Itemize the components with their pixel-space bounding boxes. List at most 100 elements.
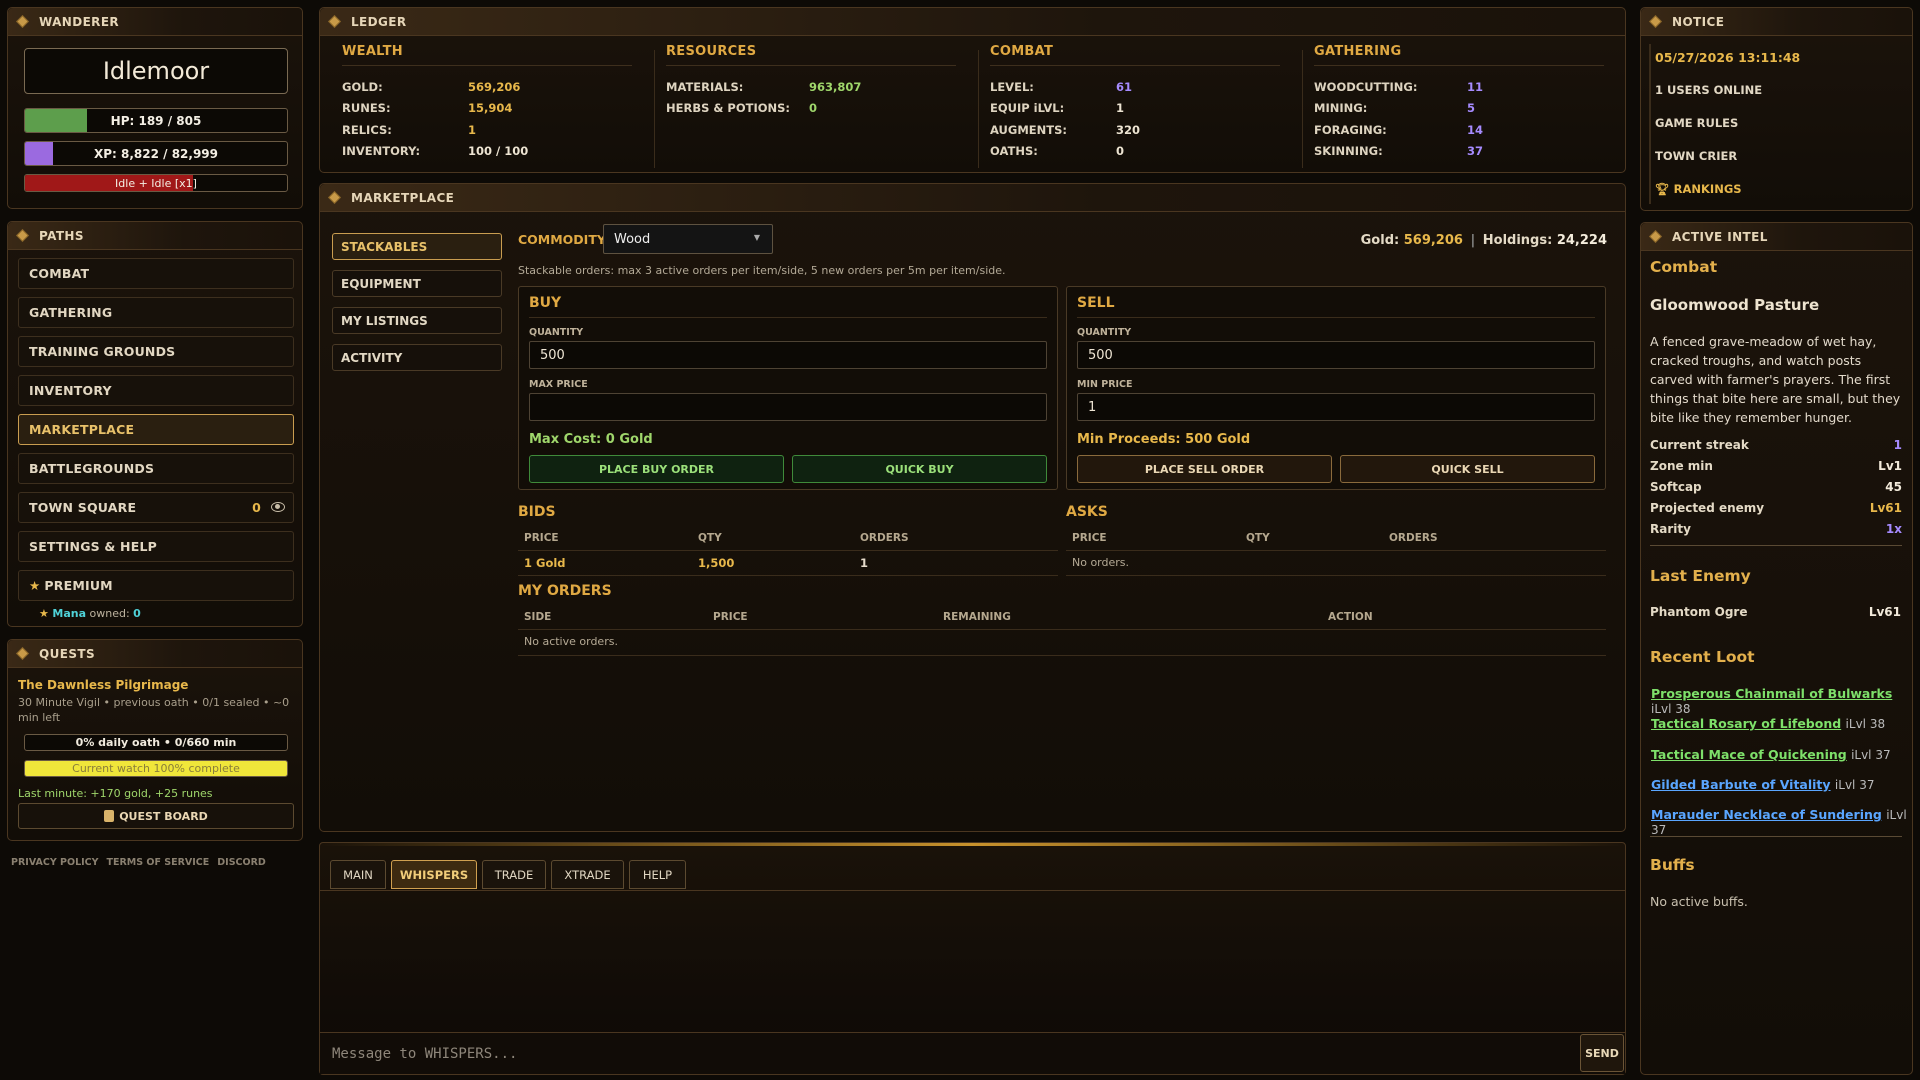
quest-name[interactable]: The Dawnless Pilgrimage — [18, 678, 188, 692]
loot-link[interactable]: Tactical Mace of Quickening — [1651, 747, 1847, 762]
sell-min-price-input[interactable]: 1 — [1077, 393, 1595, 421]
zone-name: Gloomwood Pasture — [1650, 296, 1820, 314]
loot-item[interactable]: Marauder Necklace of Sundering iLvl 37 — [1651, 807, 1912, 837]
send-button[interactable]: SEND — [1580, 1034, 1624, 1072]
tab-label: WHISPERS — [399, 867, 469, 882]
market-balance: Gold: 569,206 | Holdings: 24,224 — [1361, 233, 1607, 248]
chat-tab-whispers[interactable]: WHISPERS — [391, 860, 477, 889]
rankings-link[interactable]: 🏆︎ RANKINGS — [1655, 182, 1742, 196]
btn-label: QUICK SELL — [1431, 462, 1504, 476]
chat-tab-trade[interactable]: TRADE — [482, 860, 546, 889]
loot-link[interactable]: Marauder Necklace of Sundering — [1651, 807, 1882, 822]
watch-bar: Current watch 100% complete — [24, 760, 288, 777]
buy-max-price-input[interactable] — [529, 393, 1047, 421]
tab-label: STACKABLES — [341, 239, 428, 254]
gathering-title: GATHERING — [1314, 44, 1604, 66]
orders-empty: No active orders. — [524, 635, 618, 648]
discord-link[interactable]: DISCORD — [217, 857, 266, 868]
loot-link[interactable]: Gilded Barbute of Vitality — [1651, 777, 1831, 792]
nav-inventory[interactable]: INVENTORY — [18, 375, 294, 406]
footer-links: PRIVACY POLICY TERMS OF SERVICE DISCORD — [11, 857, 266, 868]
nav-training-grounds[interactable]: TRAINING GROUNDS — [18, 336, 294, 367]
commodity-select[interactable]: Wood ▼ — [603, 224, 773, 254]
stat-value: 37 — [1467, 144, 1484, 159]
stat-value: 5 — [1467, 101, 1476, 116]
stat-key: AUGMENTS: — [990, 122, 1067, 137]
tab-equipment[interactable]: EQUIPMENT — [332, 270, 502, 297]
bids-col-price: PRICE — [524, 532, 559, 544]
stat-value: 963,807 — [809, 79, 862, 94]
tab-my-listings[interactable]: MY LISTINGS — [332, 307, 502, 334]
notice-panel: NOTICE 05/27/2026 13:11:48 1 USERS ONLIN… — [1640, 7, 1913, 211]
tab-label: ACTIVITY — [341, 350, 403, 365]
combat-row: AUGMENTS: 320 — [990, 119, 1280, 141]
recent-loot-title: Recent Loot — [1650, 648, 1755, 666]
nav-premium[interactable]: ★ PREMIUM — [18, 570, 294, 601]
star-icon: ★ — [29, 578, 41, 593]
nav-settings-help[interactable]: SETTINGS & HELP — [18, 531, 294, 562]
holdings-value: 24,224 — [1556, 233, 1607, 248]
buy-qty-value: 500 — [540, 347, 565, 363]
loot-item[interactable]: Prosperous Chainmail of Bulwarks iLvl 38 — [1651, 686, 1912, 716]
buy-price-label: MAX PRICE — [529, 379, 588, 390]
ledger-title: LEDGER — [351, 14, 407, 29]
combat-row: EQUIP iLVL: 1 — [990, 98, 1280, 120]
divider — [529, 317, 1047, 318]
sell-summary: Min Proceeds: 500 Gold — [1077, 432, 1251, 447]
town-crier-link[interactable]: TOWN CRIER — [1655, 149, 1737, 163]
nav-combat[interactable]: COMBAT — [18, 258, 294, 289]
loot-item[interactable]: Gilded Barbute of Vitality iLvl 37 — [1651, 777, 1874, 792]
nav-marketplace[interactable]: MARKETPLACE — [18, 414, 294, 445]
paths-title: PATHS — [39, 228, 84, 243]
game-rules-link[interactable]: GAME RULES — [1655, 116, 1738, 130]
loot-item[interactable]: Tactical Mace of Quickening iLvl 37 — [1651, 747, 1891, 762]
buy-qty-label: QUANTITY — [529, 327, 584, 338]
quick-buy-button[interactable]: QUICK BUY — [792, 455, 1047, 483]
tab-activity[interactable]: ACTIVITY — [332, 344, 502, 371]
notice-title: NOTICE — [1672, 14, 1725, 29]
chat-message-input[interactable]: Message to WHISPERS... — [320, 1034, 1578, 1074]
nav-battlegrounds[interactable]: BATTLEGROUNDS — [18, 453, 294, 484]
chat-tab-help[interactable]: HELP — [629, 860, 686, 889]
chat-tab-main[interactable]: MAIN — [330, 860, 386, 889]
quick-sell-button[interactable]: QUICK SELL — [1340, 455, 1595, 483]
sell-quantity-input[interactable]: 500 — [1077, 341, 1595, 369]
tab-stackables[interactable]: STACKABLES — [332, 233, 502, 260]
orders-col-side: SIDE — [524, 611, 552, 623]
stat-key: EQUIP iLVL: — [990, 101, 1065, 116]
stat-row: Softcap 45 — [1650, 480, 1902, 494]
divider — [1650, 545, 1902, 546]
paths-panel: PATHS COMBAT GATHERING TRAINING GROUNDS … — [7, 221, 303, 627]
asks-col-orders: ORDERS — [1389, 532, 1438, 544]
quest-board-button[interactable]: QUEST BOARD — [18, 803, 294, 829]
town-square-count: 0 — [252, 500, 261, 515]
loot-link[interactable]: Tactical Rosary of Lifebond — [1651, 716, 1841, 731]
wealth-row: GOLD: 569,206 — [342, 76, 632, 98]
table-row[interactable]: 1 Gold 1,500 1 — [518, 551, 1058, 575]
diamond-icon — [16, 229, 29, 242]
active-intel-panel: ACTIVE INTEL Combat Gloomwood Pasture A … — [1640, 222, 1913, 1075]
chat-tab-xtrade[interactable]: XTRADE — [551, 860, 624, 889]
nav-gathering[interactable]: GATHERING — [18, 297, 294, 328]
users-online: 1 USERS ONLINE — [1655, 83, 1763, 97]
bids-title: BIDS — [518, 504, 556, 520]
stat-row: Projected enemy Lv61 — [1650, 501, 1902, 515]
sell-qty-value: 500 — [1088, 347, 1113, 363]
eye-icon[interactable] — [271, 502, 285, 512]
diamond-icon — [16, 647, 29, 660]
stat-key: INVENTORY: — [342, 144, 421, 159]
place-buy-order-button[interactable]: PLACE BUY ORDER — [529, 455, 784, 483]
place-sell-order-button[interactable]: PLACE SELL ORDER — [1077, 455, 1332, 483]
terms-link[interactable]: TERMS OF SERVICE — [107, 857, 210, 868]
loot-link[interactable]: Prosperous Chainmail of Bulwarks — [1651, 686, 1892, 701]
loot-item[interactable]: Tactical Rosary of Lifebond iLvl 38 — [1651, 716, 1885, 731]
nav-label: GATHERING — [29, 305, 113, 320]
nav-town-square[interactable]: TOWN SQUARE 0 — [18, 492, 294, 523]
last-enemy-title: Last Enemy — [1650, 567, 1751, 585]
buy-quantity-input[interactable]: 500 — [529, 341, 1047, 369]
wanderer-panel: WANDERER Idlemoor HP: 189 / 805 XP: 8,82… — [7, 7, 303, 209]
loot-level: iLvl 37 — [1834, 778, 1875, 792]
privacy-policy-link[interactable]: PRIVACY POLICY — [11, 857, 99, 868]
wealth-title: WEALTH — [342, 44, 632, 66]
status-bar: Idle + Idle [x1] — [24, 174, 288, 192]
